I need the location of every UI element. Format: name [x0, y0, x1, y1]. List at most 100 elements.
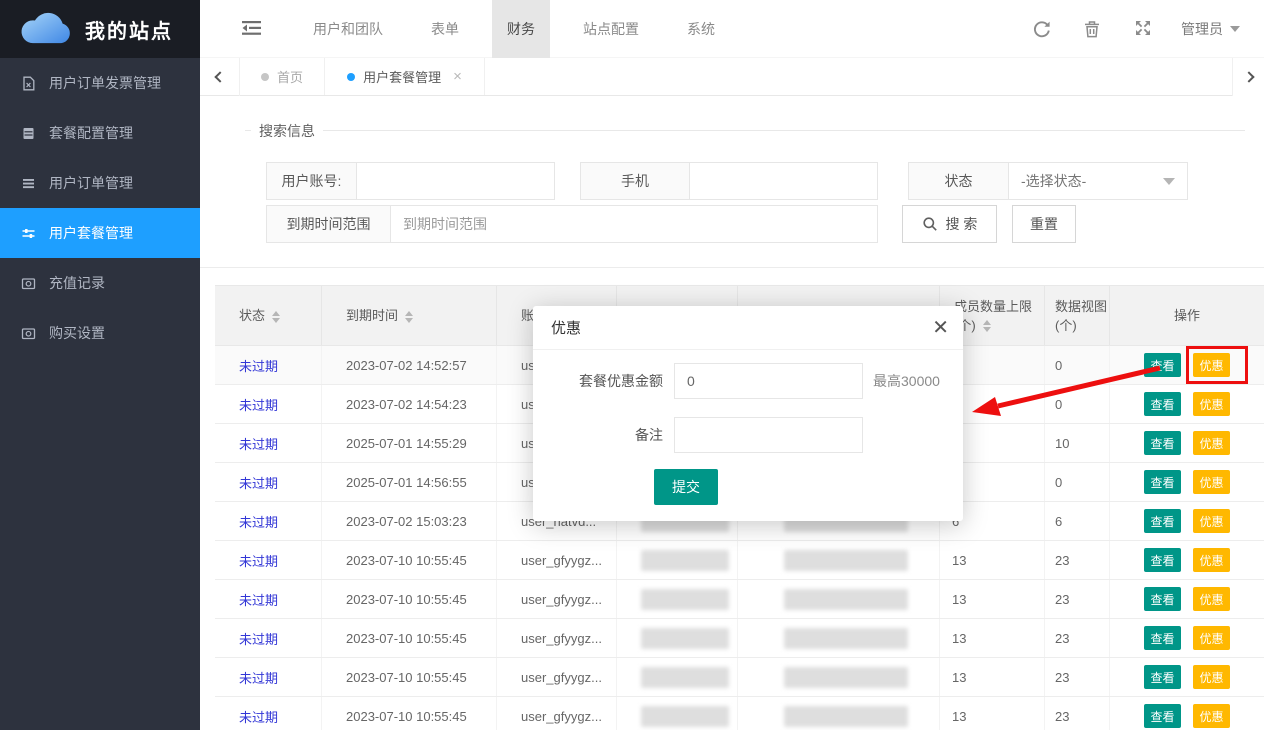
refresh-icon[interactable] [1033, 20, 1051, 38]
fullscreen-icon[interactable] [1135, 20, 1153, 38]
discount-button[interactable]: 优惠 [1193, 626, 1230, 650]
status-link-text: 未过期 [239, 707, 278, 726]
view-button[interactable]: 查看 [1144, 392, 1181, 416]
reset-button-label: 重置 [1030, 214, 1058, 234]
data-views-cell: 0 [1045, 346, 1110, 384]
sidebar-item-label: 用户订单管理 [49, 173, 133, 193]
discount-button[interactable]: 优惠 [1193, 353, 1230, 377]
phone-input[interactable] [690, 163, 877, 199]
status-link[interactable]: 未过期 [215, 697, 322, 730]
status-link[interactable]: 未过期 [215, 463, 322, 501]
discount-button[interactable]: 优惠 [1193, 470, 1230, 494]
view-button[interactable]: 查看 [1144, 509, 1181, 533]
view-button[interactable]: 查看 [1144, 548, 1181, 572]
view-button[interactable]: 查看 [1144, 470, 1181, 494]
tab-label: 首页 [277, 67, 303, 86]
view-button[interactable]: 查看 [1144, 704, 1181, 728]
phone-label: 手机 [581, 163, 690, 199]
discount-button[interactable]: 优惠 [1193, 431, 1230, 455]
status-link-text: 未过期 [239, 551, 278, 570]
status-link[interactable]: 未过期 [215, 346, 322, 384]
status-link[interactable]: 未过期 [215, 502, 322, 540]
expire-time-cell-text: 2025-07-01 14:56:55 [346, 475, 467, 490]
sidebar-item-5[interactable]: 购买设置 [0, 308, 200, 358]
collapse-menu-icon[interactable] [242, 20, 262, 36]
table-row: 未过期2023-07-10 10:55:45user_gfyygz...1323… [215, 697, 1264, 730]
topnav-item-1[interactable]: 表单 [416, 0, 474, 58]
order-list-icon [20, 175, 36, 191]
tabs-scroll-left-icon[interactable] [200, 58, 240, 96]
sidebar-item-2[interactable]: 用户订单管理 [0, 158, 200, 208]
view-button[interactable]: 查看 [1144, 431, 1181, 455]
status-select[interactable]: -选择状态- [1009, 163, 1187, 199]
data-views-cell: 10 [1045, 424, 1110, 462]
actions-cell: 查看优惠 [1110, 697, 1264, 730]
view-button[interactable]: 查看 [1144, 626, 1181, 650]
status-link[interactable]: 未过期 [215, 385, 322, 423]
user-menu[interactable]: 管理员 [1181, 19, 1240, 39]
site-title: 我的站点 [85, 15, 173, 44]
tabs-scroll-right-icon[interactable] [1232, 58, 1264, 96]
discount-button[interactable]: 优惠 [1193, 392, 1230, 416]
redacted-username [784, 706, 908, 727]
view-button[interactable]: 查看 [1144, 353, 1181, 377]
date-range-input[interactable] [391, 206, 877, 242]
tab-list: 首页 用户套餐管理× [240, 58, 485, 95]
search-legend: 搜索信息 [251, 121, 323, 141]
status-link[interactable]: 未过期 [215, 580, 322, 618]
search-button[interactable]: 搜 索 [902, 205, 997, 243]
table-row: 未过期2023-07-10 10:55:45user_gfyygz...1323… [215, 619, 1264, 658]
sidebar-item-0[interactable]: 用户订单发票管理 [0, 58, 200, 108]
actions-cell: 查看优惠 [1110, 463, 1264, 501]
recharge-record-icon [20, 275, 36, 291]
remark-input[interactable] [674, 417, 863, 453]
status-link[interactable]: 未过期 [215, 424, 322, 462]
date-range-group: 到期时间范围 [266, 205, 878, 243]
trash-icon[interactable] [1084, 20, 1102, 38]
tab-dot-icon [261, 73, 269, 81]
data-views-text: 23 [1055, 631, 1069, 646]
sidebar-item-3[interactable]: 用户套餐管理 [0, 208, 200, 258]
sidebar-item-4[interactable]: 充值记录 [0, 258, 200, 308]
close-icon[interactable]: ✕ [932, 316, 949, 340]
tab-0[interactable]: 首页 [240, 58, 325, 95]
data-views-cell: 0 [1045, 385, 1110, 423]
redacted-username [784, 628, 908, 649]
sort-icon[interactable] [272, 311, 280, 323]
view-button[interactable]: 查看 [1144, 587, 1181, 611]
sidebar-item-1[interactable]: 套餐配置管理 [0, 108, 200, 158]
discount-button[interactable]: 优惠 [1193, 587, 1230, 611]
discount-button[interactable]: 优惠 [1193, 704, 1230, 728]
topnav-item-3[interactable]: 站点配置 [568, 0, 654, 58]
discount-button[interactable]: 优惠 [1193, 548, 1230, 572]
tab-close-icon[interactable]: × [453, 68, 462, 85]
member-limit-cell: 13 [940, 619, 1045, 657]
topnav-item-2[interactable]: 财务 [492, 0, 550, 58]
sort-icon[interactable] [405, 311, 413, 323]
tab-1[interactable]: 用户套餐管理× [325, 58, 485, 95]
column-header-label: 操作 [1174, 308, 1200, 323]
sidebar-item-label: 用户套餐管理 [49, 223, 133, 243]
topnav-item-4[interactable]: 系统 [672, 0, 730, 58]
discount-button[interactable]: 优惠 [1193, 665, 1230, 689]
tab-strip: 首页 用户套餐管理× [200, 58, 1264, 96]
user-menu-label: 管理员 [1181, 19, 1223, 39]
status-select-value: -选择状态- [1021, 171, 1086, 191]
discount-button[interactable]: 优惠 [1193, 509, 1230, 533]
amount-input[interactable] [674, 363, 863, 399]
account-input[interactable] [357, 163, 554, 199]
submit-button[interactable]: 提交 [654, 469, 718, 505]
status-link[interactable]: 未过期 [215, 619, 322, 657]
expire-time-cell-text: 2023-07-02 14:54:23 [346, 397, 467, 412]
topnav-item-0[interactable]: 用户和团队 [298, 0, 398, 58]
status-link[interactable]: 未过期 [215, 541, 322, 579]
reset-button[interactable]: 重置 [1012, 205, 1076, 243]
account-cell-text: user_gfyygz... [521, 709, 602, 724]
username-cell [738, 619, 940, 657]
view-button[interactable]: 查看 [1144, 665, 1181, 689]
amount-hint: 最高30000 [873, 371, 940, 391]
status-link[interactable]: 未过期 [215, 658, 322, 696]
username-cell [738, 697, 940, 730]
amount-row: 套餐优惠金额 最高30000 [533, 363, 963, 399]
sort-icon[interactable] [983, 320, 991, 332]
